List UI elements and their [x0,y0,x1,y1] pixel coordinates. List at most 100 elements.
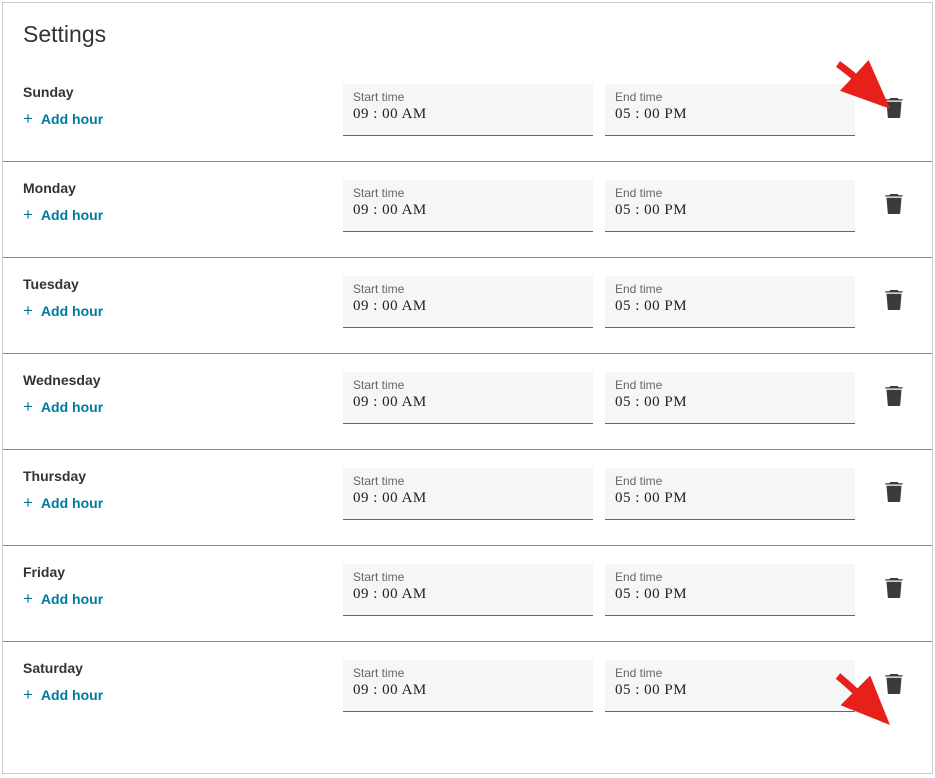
delete-hour-button[interactable] [883,99,905,121]
plus-icon: + [23,686,33,703]
delete-hour-button[interactable] [883,483,905,505]
day-name: Friday [23,564,343,580]
time-block: Start time 09 : 00 AM End time 05 : 00 P… [343,180,912,232]
end-time-field[interactable]: End time 05 : 00 PM [605,660,855,712]
day-row: Sunday + Add hour Start time 09 : 00 AM … [3,66,932,162]
start-time-value: 09 : 00 AM [353,106,583,123]
start-time-field[interactable]: Start time 09 : 00 AM [343,372,593,424]
day-row: Thursday + Add hour Start time 09 : 00 A… [3,450,932,546]
day-row: Wednesday + Add hour Start time 09 : 00 … [3,354,932,450]
add-hour-label: Add hour [41,303,103,319]
end-time-value: 05 : 00 PM [615,490,845,507]
day-left-block: Wednesday + Add hour [23,372,343,417]
plus-icon: + [23,110,33,127]
end-time-label: End time [615,474,845,488]
delete-hour-button[interactable] [883,291,905,313]
end-time-value: 05 : 00 PM [615,106,845,123]
add-hour-label: Add hour [41,111,103,127]
start-time-label: Start time [353,186,583,200]
trash-icon [885,98,903,123]
delete-hour-button[interactable] [883,387,905,409]
day-name: Saturday [23,660,343,676]
start-time-label: Start time [353,282,583,296]
start-time-field[interactable]: Start time 09 : 00 AM [343,564,593,616]
add-hour-button[interactable]: + Add hour [23,494,103,511]
start-time-field[interactable]: Start time 09 : 00 AM [343,660,593,712]
start-time-value: 09 : 00 AM [353,490,583,507]
end-time-value: 05 : 00 PM [615,586,845,603]
start-time-field[interactable]: Start time 09 : 00 AM [343,180,593,232]
add-hour-button[interactable]: + Add hour [23,302,103,319]
day-row: Saturday + Add hour Start time 09 : 00 A… [3,642,932,738]
trash-icon [885,194,903,219]
add-hour-button[interactable]: + Add hour [23,206,103,223]
add-hour-button[interactable]: + Add hour [23,590,103,607]
day-name: Sunday [23,84,343,100]
end-time-value: 05 : 00 PM [615,298,845,315]
start-time-value: 09 : 00 AM [353,202,583,219]
start-time-field[interactable]: Start time 09 : 00 AM [343,84,593,136]
start-time-value: 09 : 00 AM [353,586,583,603]
start-time-label: Start time [353,378,583,392]
delete-hour-button[interactable] [883,675,905,697]
time-block: Start time 09 : 00 AM End time 05 : 00 P… [343,372,912,424]
end-time-field[interactable]: End time 05 : 00 PM [605,468,855,520]
end-time-field[interactable]: End time 05 : 00 PM [605,372,855,424]
add-hour-label: Add hour [41,207,103,223]
time-block: Start time 09 : 00 AM End time 05 : 00 P… [343,468,912,520]
delete-hour-button[interactable] [883,579,905,601]
add-hour-button[interactable]: + Add hour [23,398,103,415]
day-left-block: Friday + Add hour [23,564,343,609]
plus-icon: + [23,302,33,319]
settings-panel: Settings Sunday + Add hour Start time 09… [2,2,933,774]
trash-icon [885,482,903,507]
day-left-block: Tuesday + Add hour [23,276,343,321]
time-block: Start time 09 : 00 AM End time 05 : 00 P… [343,660,912,712]
day-name: Wednesday [23,372,343,388]
end-time-value: 05 : 00 PM [615,394,845,411]
start-time-label: Start time [353,90,583,104]
start-time-value: 09 : 00 AM [353,682,583,699]
delete-hour-button[interactable] [883,195,905,217]
start-time-field[interactable]: Start time 09 : 00 AM [343,468,593,520]
end-time-label: End time [615,282,845,296]
trash-icon [885,674,903,699]
end-time-field[interactable]: End time 05 : 00 PM [605,276,855,328]
trash-icon [885,386,903,411]
day-name: Tuesday [23,276,343,292]
day-row: Friday + Add hour Start time 09 : 00 AM … [3,546,932,642]
add-hour-button[interactable]: + Add hour [23,110,103,127]
day-left-block: Sunday + Add hour [23,84,343,129]
day-row: Tuesday + Add hour Start time 09 : 00 AM… [3,258,932,354]
add-hour-label: Add hour [41,495,103,511]
add-hour-button[interactable]: + Add hour [23,686,103,703]
time-block: Start time 09 : 00 AM End time 05 : 00 P… [343,84,912,136]
day-left-block: Thursday + Add hour [23,468,343,513]
end-time-label: End time [615,186,845,200]
end-time-value: 05 : 00 PM [615,682,845,699]
start-time-label: Start time [353,474,583,488]
end-time-field[interactable]: End time 05 : 00 PM [605,564,855,616]
add-hour-label: Add hour [41,591,103,607]
add-hour-label: Add hour [41,399,103,415]
day-name: Thursday [23,468,343,484]
plus-icon: + [23,398,33,415]
end-time-field[interactable]: End time 05 : 00 PM [605,180,855,232]
plus-icon: + [23,494,33,511]
time-block: Start time 09 : 00 AM End time 05 : 00 P… [343,276,912,328]
trash-icon [885,290,903,315]
add-hour-label: Add hour [41,687,103,703]
start-time-field[interactable]: Start time 09 : 00 AM [343,276,593,328]
start-time-value: 09 : 00 AM [353,298,583,315]
end-time-label: End time [615,666,845,680]
plus-icon: + [23,590,33,607]
day-row: Monday + Add hour Start time 09 : 00 AM … [3,162,932,258]
end-time-label: End time [615,570,845,584]
end-time-field[interactable]: End time 05 : 00 PM [605,84,855,136]
time-block: Start time 09 : 00 AM End time 05 : 00 P… [343,564,912,616]
day-left-block: Monday + Add hour [23,180,343,225]
trash-icon [885,578,903,603]
plus-icon: + [23,206,33,223]
end-time-label: End time [615,90,845,104]
page-title: Settings [3,21,932,66]
